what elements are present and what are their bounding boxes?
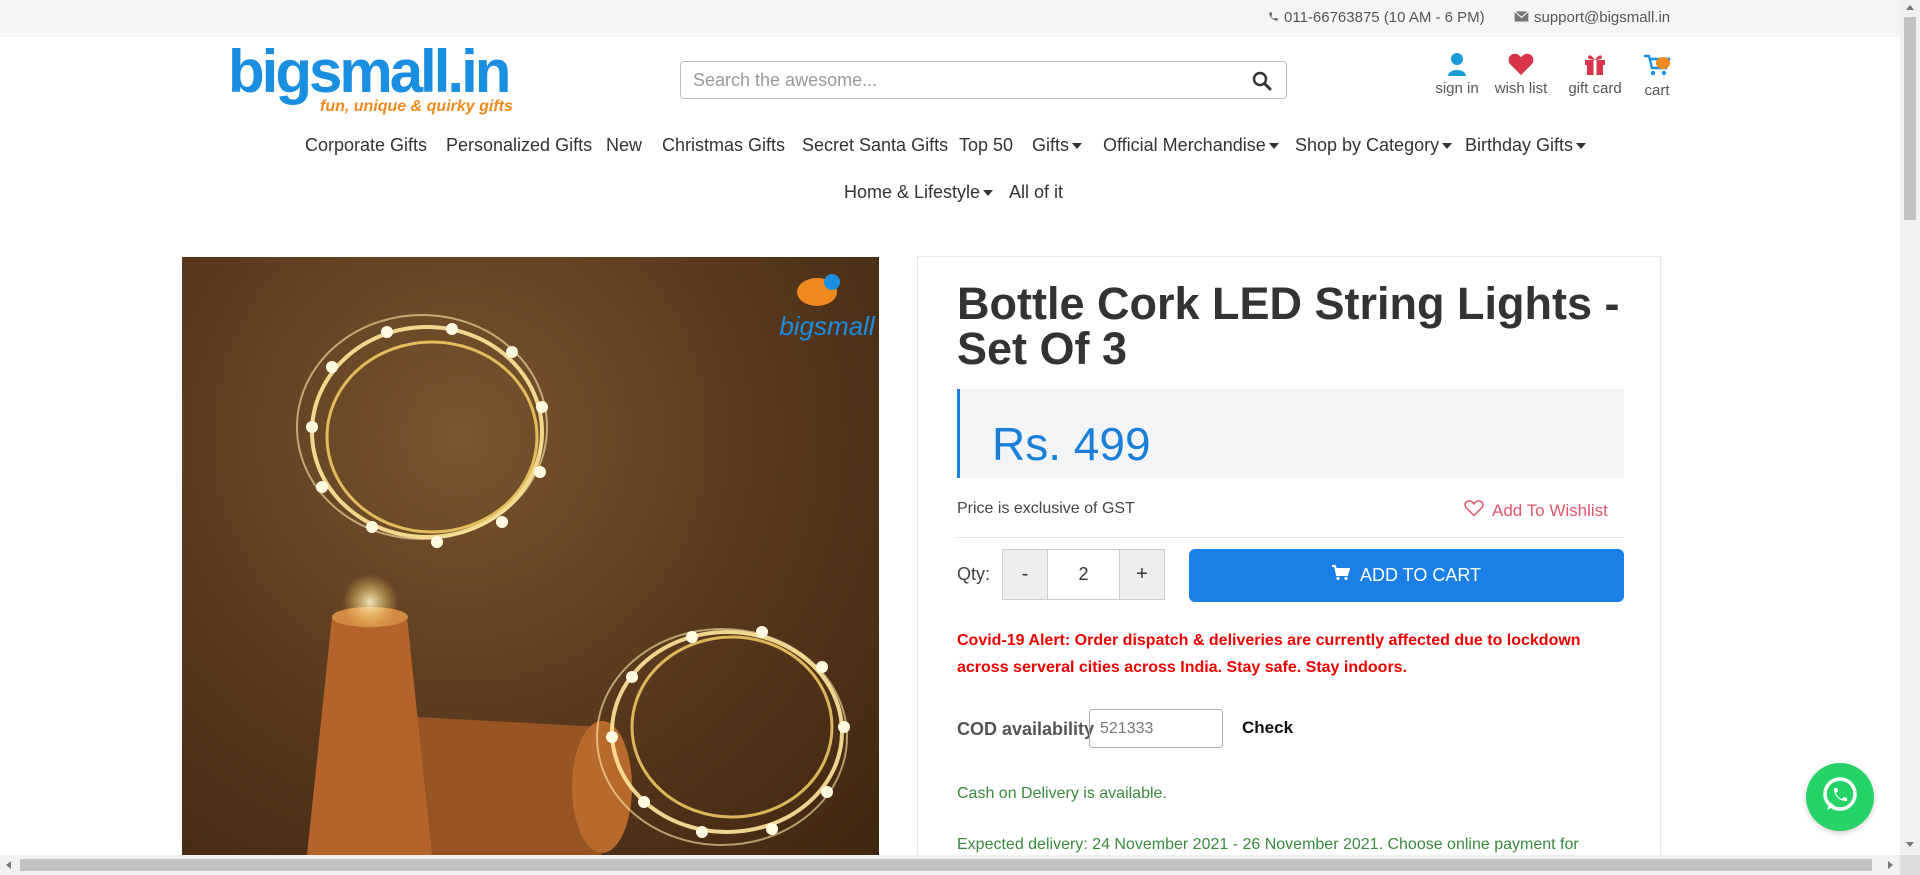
scroll-right-arrow-icon[interactable] [1888, 861, 1893, 869]
caret-down-icon [1576, 143, 1587, 150]
pincode-input[interactable] [1090, 710, 1222, 747]
phone-info[interactable]: 011-66763875 (10 AM - 6 PM) [1268, 9, 1485, 26]
quantity-stepper: - 2 + [1002, 549, 1165, 600]
scroll-down-arrow-icon[interactable] [1906, 842, 1914, 847]
user-icon [1432, 52, 1482, 76]
add-to-wishlist-link[interactable]: Add To Wishlist [1464, 499, 1608, 522]
nav-official-merchandise-label: Official Merchandise [1103, 135, 1266, 155]
add-to-cart-button[interactable]: ADD TO CART [1189, 549, 1624, 602]
cart-label: cart [1644, 82, 1670, 99]
product-info-panel: Bottle Cork LED String Lights - Set Of 3… [917, 256, 1661, 875]
search-icon[interactable] [1252, 71, 1272, 96]
email-info[interactable]: support@bigsmall.in [1514, 9, 1670, 26]
qty-decrease-button[interactable]: - [1003, 550, 1047, 599]
search-box [680, 61, 1287, 99]
horizontal-scroll-thumb[interactable] [20, 859, 1872, 871]
top-info-bar: 011-66763875 (10 AM - 6 PM) support@bigs… [0, 0, 1900, 37]
caret-down-icon [1442, 143, 1453, 150]
nav-shop-by-category-label: Shop by Category [1295, 135, 1440, 155]
cart-icon [1640, 52, 1674, 78]
check-button[interactable]: Check [1242, 718, 1293, 738]
sign-in-link[interactable]: sign in [1432, 52, 1482, 97]
qty-label: Qty: [957, 564, 991, 584]
gift-icon [1565, 52, 1625, 76]
nav-secret-santa-gifts[interactable]: Secret Santa Gifts [802, 135, 948, 156]
product-image[interactable]: bigsmall [182, 257, 879, 855]
nav-top-50[interactable]: Top 50 [959, 135, 1013, 156]
scroll-left-arrow-icon[interactable] [6, 861, 11, 869]
nav-gifts-label: Gifts [1032, 135, 1070, 155]
envelope-icon [1514, 9, 1529, 26]
pincode-field-wrapper [1089, 709, 1223, 748]
nav-corporate-gifts[interactable]: Corporate Gifts [305, 135, 427, 156]
gift-card-link[interactable]: gift card [1565, 52, 1625, 97]
nav-birthday-gifts-label: Birthday Gifts [1465, 135, 1574, 155]
caret-down-icon [1268, 143, 1279, 150]
product-price: Rs. 499 [992, 418, 1151, 470]
vertical-scrollbar[interactable] [1900, 0, 1920, 855]
divider [957, 537, 1624, 538]
heart-outline-icon [1464, 499, 1484, 522]
string-lights-photo: bigsmall [182, 257, 879, 855]
add-to-cart-label: ADD TO CART [1359, 565, 1482, 585]
logo-tagline: fun, unique & quirky gifts [320, 98, 513, 115]
nav-all-of-it[interactable]: All of it [1009, 182, 1063, 203]
email-address: support@bigsmall.in [1534, 9, 1671, 26]
site-logo[interactable]: bigsmall.in fun, unique & quirky gifts [228, 42, 538, 120]
sign-in-label: sign in [1435, 80, 1479, 97]
whatsapp-icon [1819, 774, 1861, 821]
wish-list-link[interactable]: wish list [1493, 52, 1549, 97]
price-box: Rs. 499 [957, 389, 1624, 478]
heart-icon [1493, 52, 1549, 76]
phone-icon [1268, 9, 1279, 26]
scrollbar-corner [1900, 855, 1920, 875]
gift-card-label: gift card [1568, 80, 1622, 97]
gst-note: Price is exclusive of GST [957, 500, 1135, 517]
qty-value[interactable]: 2 [1047, 550, 1120, 599]
add-to-wishlist-label: Add To Wishlist [1492, 500, 1608, 520]
nav-home-lifestyle-label: Home & Lifestyle [844, 182, 981, 202]
nav-birthday-gifts[interactable]: Birthday Gifts [1465, 135, 1587, 156]
watermark-text: bigsmall [779, 311, 876, 341]
cod-status: Cash on Delivery is available. [957, 785, 1167, 802]
nav-new[interactable]: New [606, 135, 642, 156]
qty-increase-button[interactable]: + [1120, 550, 1164, 599]
cart-icon [1331, 565, 1351, 586]
product-title: Bottle Cork LED String Lights - Set Of 3 [957, 278, 1620, 374]
search-input[interactable] [693, 69, 1233, 91]
wish-list-label: wish list [1494, 80, 1548, 97]
caret-down-icon [983, 190, 994, 197]
nav-christmas-gifts[interactable]: Christmas Gifts [662, 135, 785, 156]
horizontal-scrollbar[interactable] [0, 855, 1900, 875]
phone-number: 011-66763875 (10 AM - 6 PM) [1284, 9, 1485, 26]
nav-gifts[interactable]: Gifts [1032, 135, 1083, 156]
expected-delivery: Expected delivery: 24 November 2021 - 26… [957, 836, 1579, 853]
cart-link[interactable]: cart [1640, 52, 1674, 99]
nav-home-lifestyle[interactable]: Home & Lifestyle [844, 182, 994, 203]
whatsapp-button[interactable] [1806, 763, 1874, 831]
nav-official-merchandise[interactable]: Official Merchandise [1103, 135, 1279, 156]
logo-wordmark: bigsmall.in [228, 38, 511, 105]
covid-alert: Covid-19 Alert: Order dispatch & deliver… [957, 632, 1581, 676]
vertical-scroll-thumb[interactable] [1904, 17, 1916, 220]
nav-personalized-gifts[interactable]: Personalized Gifts [446, 135, 592, 156]
scroll-up-arrow-icon[interactable] [1906, 5, 1914, 10]
nav-shop-by-category[interactable]: Shop by Category [1295, 135, 1453, 156]
cod-label: COD availability [957, 719, 1095, 739]
caret-down-icon [1072, 143, 1083, 150]
